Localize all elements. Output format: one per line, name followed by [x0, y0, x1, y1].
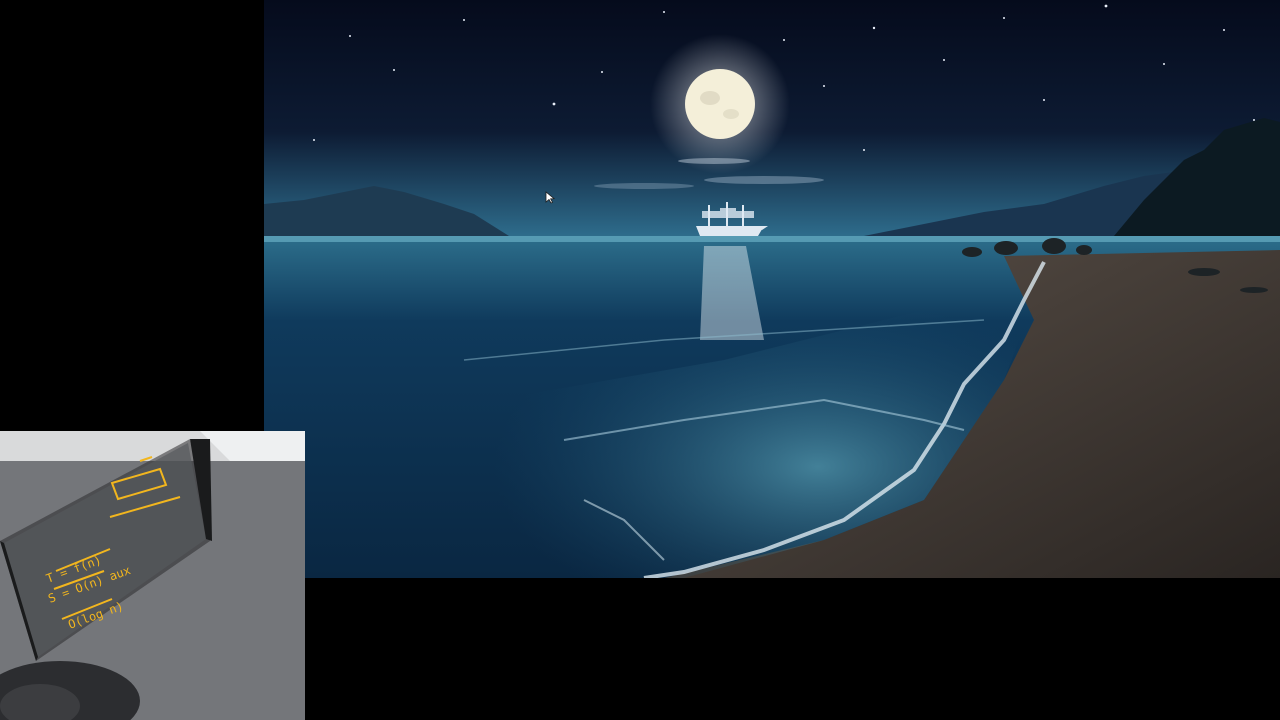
mouse-pointer-icon: [545, 191, 555, 204]
wallpaper-image: [264, 0, 1280, 578]
screen-recording: T = f(n) S = O(n) aux O(log n) moonlit-b…: [0, 0, 1280, 720]
webcam-feed-icon: T = f(n) S = O(n) aux O(log n): [0, 431, 305, 720]
moonlit-beach-wallpaper-icon: [264, 0, 1280, 578]
webcam-scene: T = f(n) S = O(n) aux O(log n): [0, 431, 305, 720]
moon: [685, 69, 755, 139]
